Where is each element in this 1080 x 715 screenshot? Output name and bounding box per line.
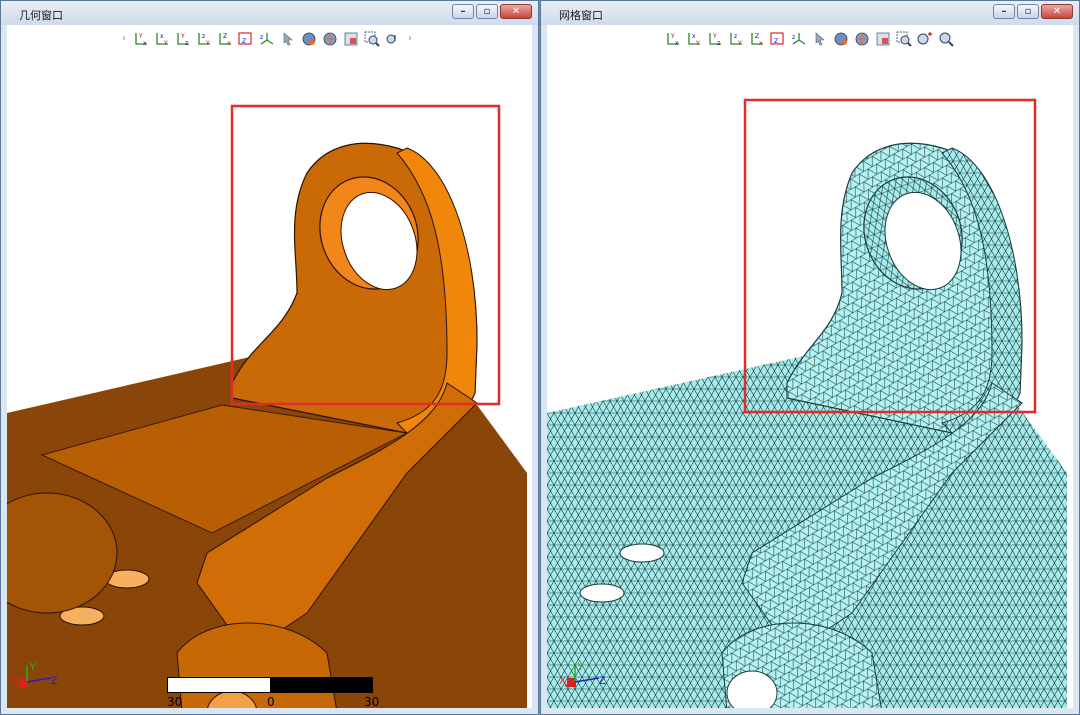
geometry-window-titlebar[interactable]: 几何窗口 – ▫ ✕	[1, 1, 538, 25]
scale-label-middle: 0	[267, 695, 275, 708]
view-zy-icon[interactable]: zY	[727, 30, 745, 48]
geometry-window: 几何窗口 – ▫ ✕ ‹ Yx xY Yz zY Zx Z z › 30 0 3…	[0, 0, 539, 715]
view-zy-icon[interactable]: zY	[195, 30, 213, 48]
svg-text:Y: Y	[29, 662, 37, 673]
svg-text:Y: Y	[737, 40, 742, 47]
view-yz-icon[interactable]: Yz	[174, 30, 192, 48]
geometry-toolbar: ‹ Yx xY Yz zY Zx Z z ›	[119, 30, 415, 48]
view-zx-icon[interactable]: Zx	[748, 30, 766, 48]
svg-text:x: x	[227, 40, 231, 47]
mesh-toolbar: Yx xY Yz zY Zx Z z	[664, 30, 955, 48]
svg-text:z: z	[792, 34, 795, 41]
svg-text:Y: Y	[712, 33, 717, 40]
restore-button[interactable]: ▫	[476, 4, 498, 19]
svg-text:x: x	[759, 40, 763, 47]
close-icon: ✕	[1052, 6, 1062, 17]
svg-text:Y: Y	[180, 33, 185, 40]
svg-text:Y: Y	[163, 40, 168, 47]
view-iso-icon[interactable]: z	[258, 30, 276, 48]
svg-text:z: z	[260, 34, 263, 41]
restore-icon: ▫	[1024, 6, 1032, 17]
view-iso-icon[interactable]: z	[790, 30, 808, 48]
svg-text:x: x	[143, 40, 147, 47]
svg-text:x: x	[692, 33, 696, 40]
minimize-icon: –	[460, 6, 466, 17]
view-zx-icon[interactable]: Zx	[216, 30, 234, 48]
scale-bar-black-segment	[270, 678, 372, 692]
view-xy-icon[interactable]: xY	[685, 30, 703, 48]
minimize-button[interactable]: –	[993, 4, 1015, 19]
select-arrow-icon[interactable]	[811, 30, 829, 48]
svg-text:z: z	[185, 40, 188, 47]
svg-text:X: X	[11, 675, 19, 687]
axis-triad-icon: X Y Z	[551, 662, 611, 702]
toolbar-scroll-right-icon[interactable]: ›	[405, 30, 415, 48]
restore-icon: ▫	[483, 6, 491, 17]
view-yx-icon[interactable]: Yx	[664, 30, 682, 48]
svg-text:z: z	[202, 33, 205, 40]
svg-text:x: x	[675, 40, 679, 47]
svg-text:Z: Z	[242, 38, 246, 45]
fit-icon[interactable]	[342, 30, 360, 48]
scale-bar-white-segment	[168, 678, 270, 692]
minimize-button[interactable]: –	[452, 4, 474, 19]
scale-label-left: 30	[167, 695, 183, 708]
zoom-box-icon[interactable]	[895, 30, 913, 48]
render-shaded-icon[interactable]	[832, 30, 850, 48]
svg-text:x: x	[160, 33, 164, 40]
minimize-icon: –	[1001, 6, 1007, 17]
svg-text:Y: Y	[695, 40, 700, 47]
svg-text:Y: Y	[205, 40, 210, 47]
svg-text:Z: Z	[755, 33, 759, 40]
axis-triad-icon: X Y Z	[11, 662, 71, 702]
svg-text:Z: Z	[51, 675, 58, 687]
svg-text:z: z	[717, 40, 720, 47]
mesh-model-view[interactable]: X Y Z	[547, 53, 1073, 708]
view-xz-icon[interactable]: Z	[769, 30, 787, 48]
view-xz-icon[interactable]: Z	[237, 30, 255, 48]
zoom-box-icon[interactable]	[363, 30, 381, 48]
view-xy-icon[interactable]: xY	[153, 30, 171, 48]
svg-text:Y: Y	[670, 33, 675, 40]
close-icon: ✕	[511, 6, 521, 17]
scale-bar: 30 0 30	[167, 677, 379, 708]
zoom-in-icon[interactable]	[384, 30, 402, 48]
geometry-model-view[interactable]: 30 0 30 X Y Z	[7, 53, 532, 708]
toolbar-scroll-left-icon[interactable]: ‹	[119, 30, 129, 48]
zoom-in-icon[interactable]	[916, 30, 934, 48]
render-mesh-icon[interactable]	[853, 30, 871, 48]
view-yx-icon[interactable]: Yx	[132, 30, 150, 48]
fit-icon[interactable]	[874, 30, 892, 48]
close-button[interactable]: ✕	[1041, 4, 1073, 19]
zoom-fit-icon[interactable]	[937, 30, 955, 48]
close-button[interactable]: ✕	[500, 4, 532, 19]
svg-text:X: X	[559, 675, 567, 687]
geometry-viewport-area: ‹ Yx xY Yz zY Zx Z z › 30 0 30 X Y Z	[7, 25, 532, 708]
restore-button[interactable]: ▫	[1017, 4, 1039, 19]
view-yz-icon[interactable]: Yz	[706, 30, 724, 48]
select-arrow-icon[interactable]	[279, 30, 297, 48]
svg-text:Z: Z	[774, 38, 778, 45]
svg-text:Z: Z	[223, 33, 227, 40]
scale-label-right: 30	[364, 695, 380, 708]
geometry-window-title: 几何窗口	[19, 9, 63, 22]
mesh-window: 网格窗口 – ▫ ✕ Yx xY Yz zY Zx Z z X Y Z	[540, 0, 1080, 715]
svg-text:Y: Y	[577, 662, 585, 673]
svg-text:Z: Z	[599, 675, 606, 687]
mesh-window-titlebar[interactable]: 网格窗口 – ▫ ✕	[541, 1, 1079, 25]
render-shaded-icon[interactable]	[300, 30, 318, 48]
svg-text:Y: Y	[138, 33, 143, 40]
render-mesh-icon[interactable]	[321, 30, 339, 48]
svg-text:z: z	[734, 33, 737, 40]
mesh-window-title: 网格窗口	[559, 9, 603, 22]
mesh-viewport-area: Yx xY Yz zY Zx Z z X Y Z	[547, 25, 1073, 708]
